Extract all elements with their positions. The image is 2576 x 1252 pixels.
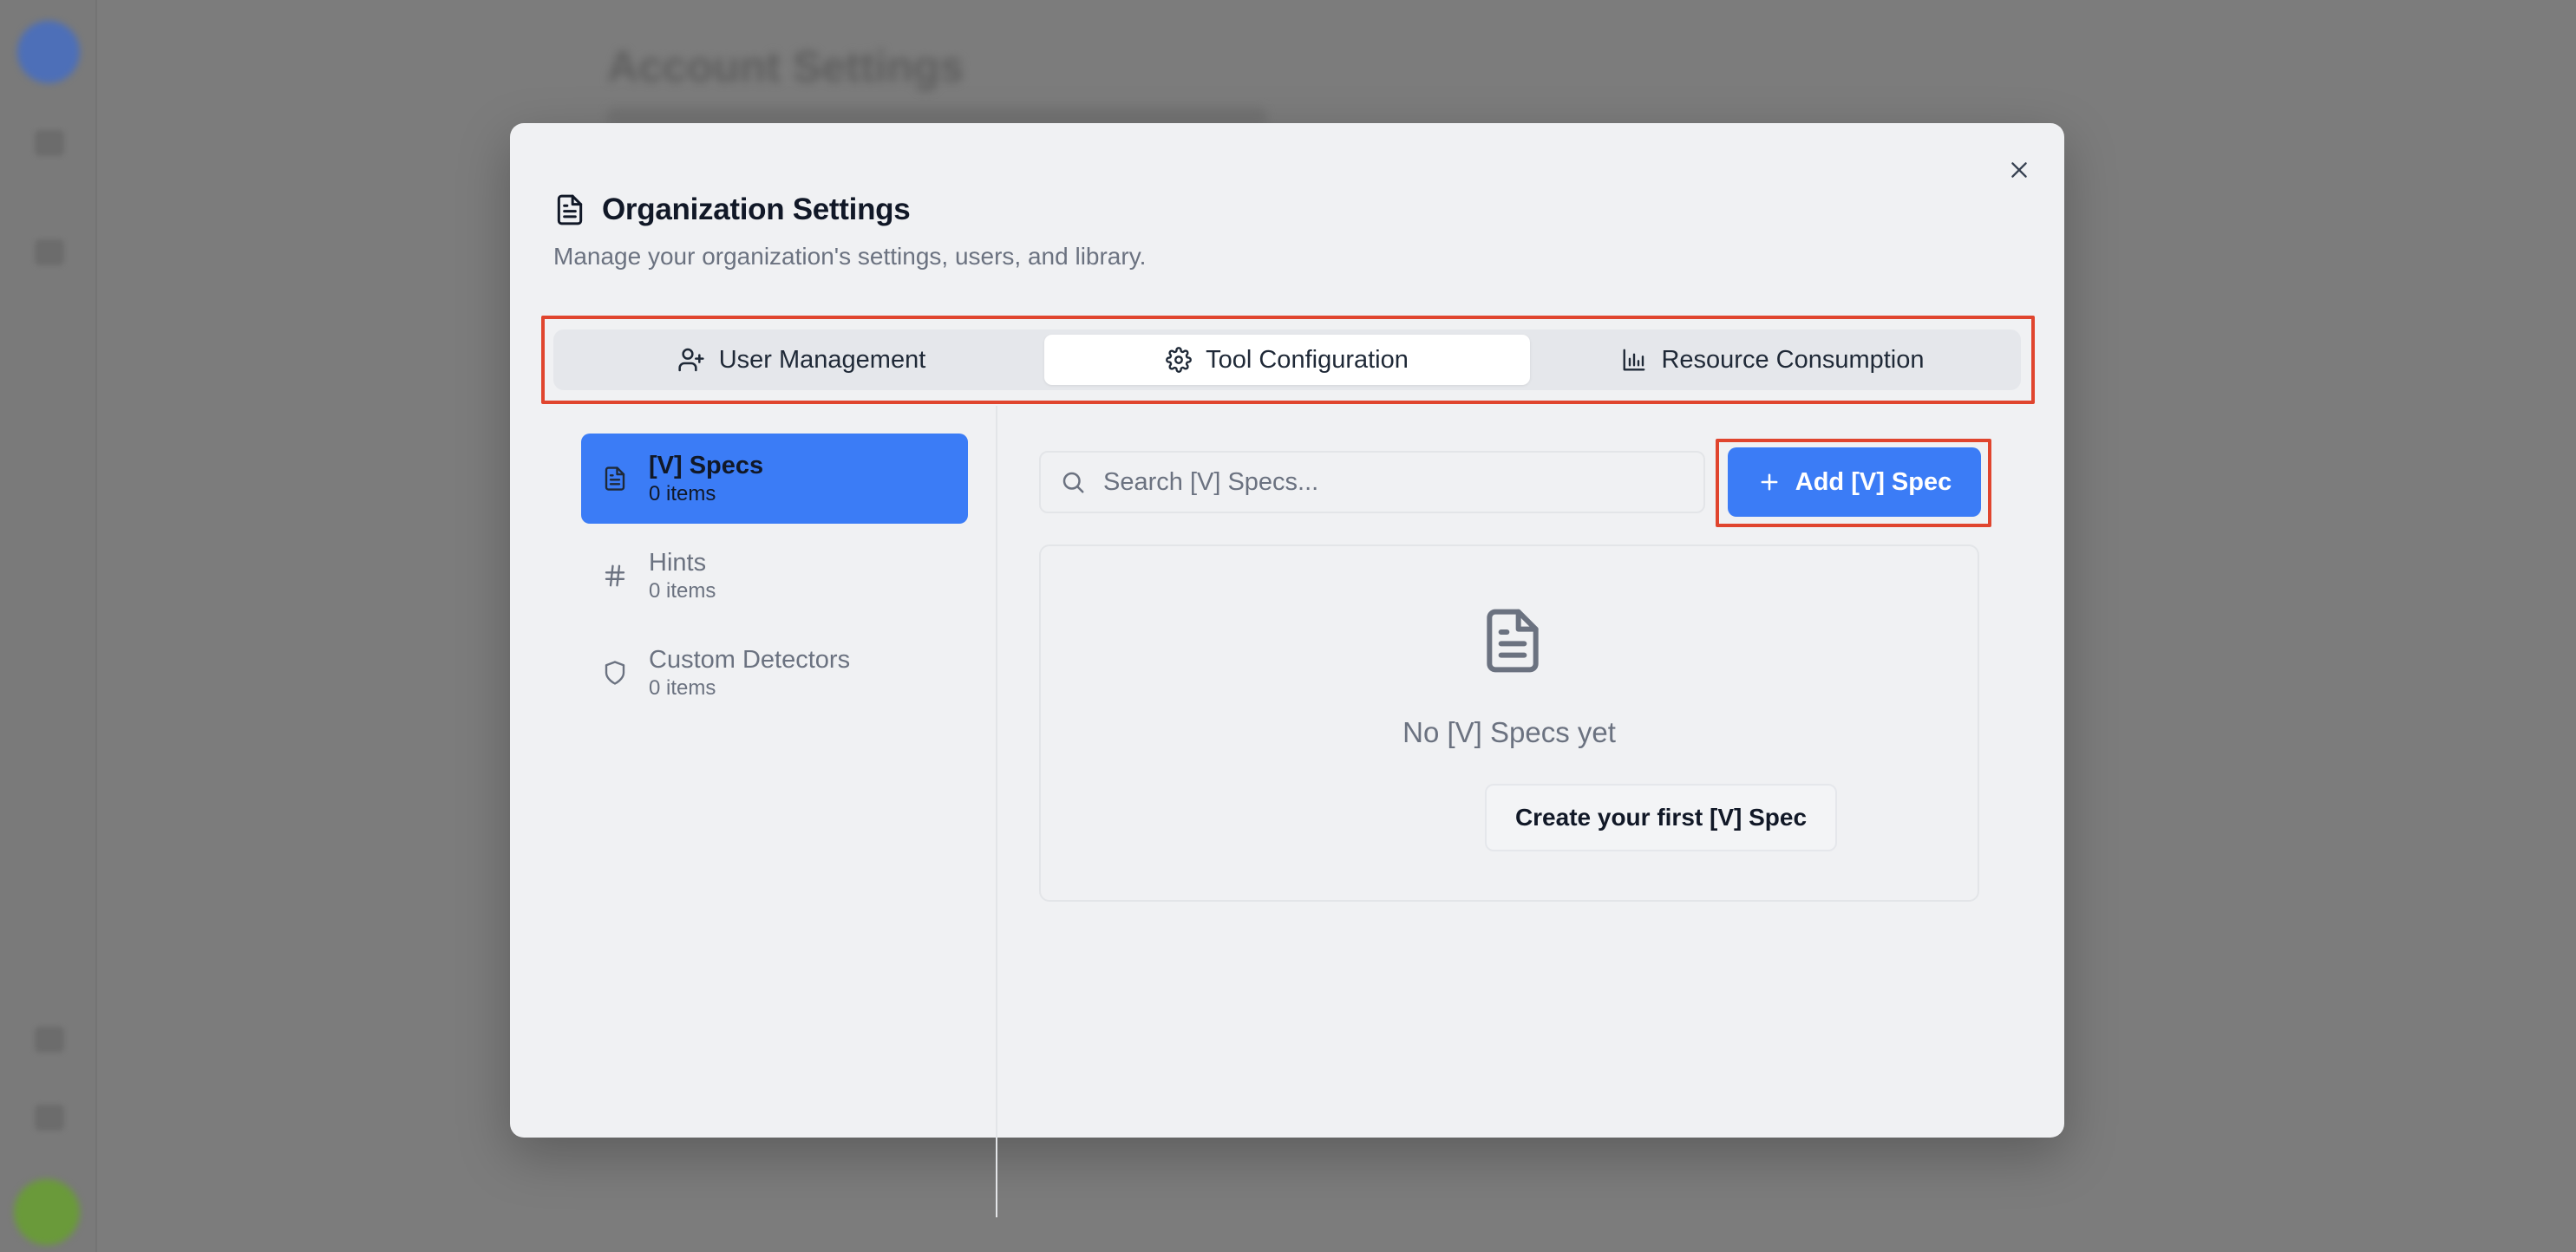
tab-user-management[interactable]: User Management bbox=[559, 335, 1044, 385]
modal-title: Organization Settings bbox=[602, 192, 911, 226]
background-logo bbox=[17, 21, 80, 83]
tab-label: Resource Consumption bbox=[1661, 345, 1925, 374]
tab-resource-consumption[interactable]: Resource Consumption bbox=[1530, 335, 2016, 385]
library-nav: [V] Specs 0 items Hints 0 items Custom D… bbox=[581, 434, 968, 725]
tab-bar: User Management Tool Configuration Resou… bbox=[553, 329, 2021, 390]
add-v-spec-button[interactable]: Add [V] Spec bbox=[1728, 447, 1981, 517]
close-icon bbox=[2011, 162, 2027, 178]
gear-icon bbox=[1166, 347, 1193, 373]
organization-settings-modal: Organization Settings Manage your organi… bbox=[510, 123, 2064, 1217]
modal-subtitle: Manage your organization's settings, use… bbox=[553, 243, 1147, 270]
background-nav-icon bbox=[35, 239, 64, 265]
bar-chart-icon bbox=[1624, 349, 1645, 371]
nav-item-count: 0 items bbox=[649, 676, 716, 700]
document-icon bbox=[605, 466, 625, 491]
background-nav-icon bbox=[35, 1027, 64, 1053]
shield-icon bbox=[605, 661, 625, 685]
background-nav-icon bbox=[35, 130, 64, 156]
document-icon bbox=[1487, 609, 1539, 673]
nav-item-hints[interactable]: Hints 0 items bbox=[581, 531, 968, 621]
tab-label: Tool Configuration bbox=[1206, 345, 1409, 374]
background-nav-icon bbox=[35, 1105, 64, 1131]
nav-item-custom-detectors[interactable]: Custom Detectors 0 items bbox=[581, 628, 968, 718]
nav-item-v-specs[interactable]: [V] Specs 0 items bbox=[581, 434, 968, 524]
tab-label: User Management bbox=[718, 345, 926, 374]
search-box bbox=[1039, 451, 1705, 513]
search-input[interactable] bbox=[1103, 467, 1676, 497]
search-icon bbox=[1062, 472, 1084, 493]
add-button-label: Add [V] Spec bbox=[1795, 467, 1952, 496]
nav-item-count: 0 items bbox=[649, 579, 716, 603]
create-first-v-spec-button[interactable]: Create your first [V] Spec bbox=[1485, 784, 1837, 851]
close-button[interactable] bbox=[2000, 151, 2038, 189]
modal-header: Organization Settings bbox=[553, 192, 911, 227]
nav-item-label: Custom Detectors bbox=[649, 646, 851, 674]
background-sidebar bbox=[0, 0, 97, 1252]
background-avatar bbox=[14, 1179, 80, 1245]
pane-divider bbox=[996, 406, 997, 1217]
background-heading: Account Settings bbox=[607, 42, 964, 91]
empty-state-text: No [V] Specs yet bbox=[1402, 716, 1616, 748]
hash-icon bbox=[605, 564, 625, 587]
nav-item-label: [V] Specs bbox=[649, 452, 764, 479]
nav-item-label: Hints bbox=[649, 549, 707, 577]
tab-tool-configuration[interactable]: Tool Configuration bbox=[1044, 335, 1530, 385]
plus-icon bbox=[1761, 473, 1778, 491]
nav-item-count: 0 items bbox=[649, 482, 716, 505]
user-plus-icon bbox=[678, 348, 704, 372]
document-icon bbox=[557, 194, 583, 225]
